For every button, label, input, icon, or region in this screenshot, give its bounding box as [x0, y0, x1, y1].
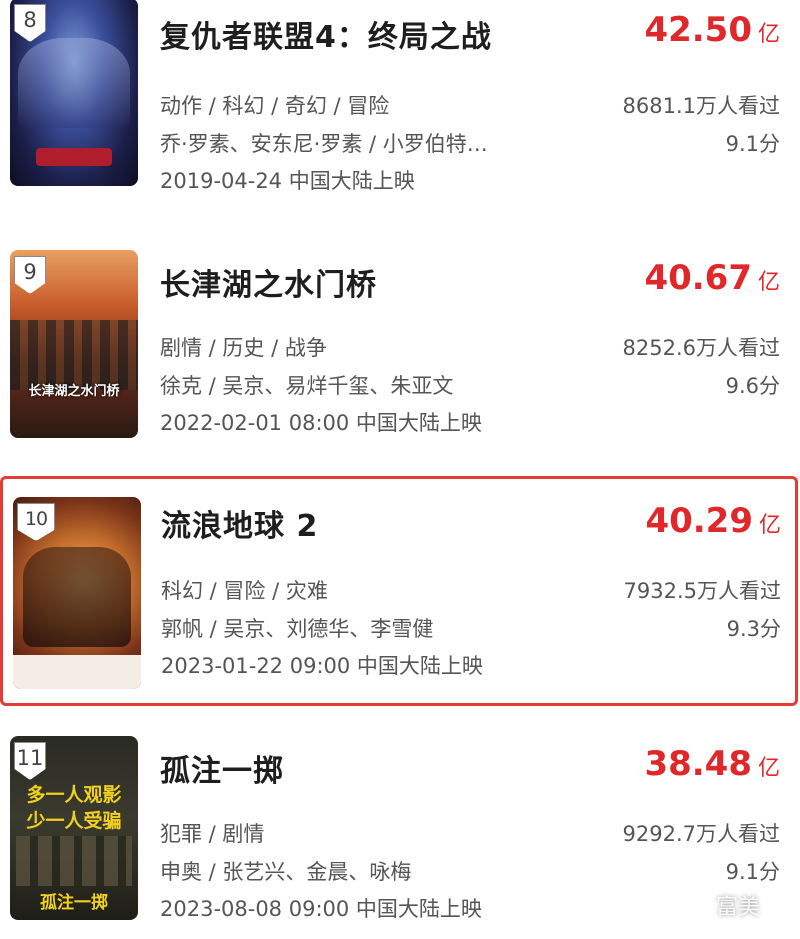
movie-card-8[interactable]: 8 复仇者联盟4：终局之战 42.50 亿 动作 / 科幻 / 奇幻 / 冒险 8… [8, 0, 792, 198]
box-office-value: 38.48 [644, 744, 752, 784]
release-date: 2019-04-24 中国大陆上映 [160, 169, 415, 193]
box-office-unit: 亿 [757, 270, 780, 295]
movie-rating: 9.1分 [725, 860, 780, 884]
release-date: 2023-01-22 09:00 中国大陆上映 [161, 654, 483, 678]
box-office: 42.50 亿 [644, 10, 780, 50]
movie-card-9[interactable]: 长津湖之水门桥 9 长津湖之水门桥 40.67 亿 剧情 / 历史 / 战争 82… [8, 250, 792, 450]
movie-title[interactable]: 长津湖之水门桥 [160, 260, 377, 304]
movie-genres: 剧情 / 历史 / 战争 [160, 336, 327, 360]
movie-genres: 科幻 / 冒险 / 灾难 [161, 579, 328, 603]
poster-title: 长津湖之水门桥 [28, 384, 120, 399]
poster-figures [16, 836, 132, 886]
movie-rating: 9.3分 [726, 617, 781, 641]
movie-cast: 徐克 / 吴京、易烊千玺、朱亚文 [160, 374, 454, 398]
box-office-unit: 亿 [758, 513, 781, 538]
box-office-value: 40.29 [645, 501, 753, 541]
view-count: 7932.5万人看过 [623, 579, 781, 603]
movie-poster[interactable]: 8 [10, 0, 138, 186]
movie-card-10[interactable]: 10 流浪地球 2 40.29 亿 科幻 / 冒险 / 灾难 7932.5万人看过… [0, 476, 798, 706]
release-date: 2023-08-08 09:00 中国大陆上映 [160, 897, 482, 921]
movie-title[interactable]: 孤注一掷 [160, 746, 284, 790]
movie-card-11[interactable]: 多一人观影 少一人受骗 孤注一掷 11 孤注一掷 38.48 亿 犯罪 / 剧情 … [8, 736, 792, 936]
box-office: 40.67 亿 [644, 258, 780, 298]
view-count: 9292.7万人看过 [622, 822, 780, 846]
box-office: 40.29 亿 [645, 501, 781, 541]
movie-title[interactable]: 流浪地球 2 [161, 501, 318, 545]
box-office-value: 40.67 [644, 258, 752, 298]
movie-cast: 郭帆 / 吴京、刘德华、李雪健 [161, 617, 434, 641]
movie-rating: 9.6分 [725, 374, 780, 398]
box-office-unit: 亿 [757, 756, 780, 781]
view-count: 8681.1万人看过 [622, 94, 780, 118]
movie-cast: 乔·罗素、安东尼·罗素 / 小罗伯特… [160, 132, 488, 156]
box-office-unit: 亿 [757, 22, 780, 47]
poster-slogan-2: 少一人受骗 [26, 810, 122, 832]
movie-cast: 申奥 / 张艺兴、金晨、咏梅 [160, 860, 412, 884]
box-office-value: 42.50 [644, 10, 752, 50]
movie-poster[interactable]: 长津湖之水门桥 9 [10, 250, 138, 438]
view-count: 8252.6万人看过 [622, 336, 780, 360]
poster-title: 孤注一掷 [40, 893, 108, 913]
poster-logo [36, 148, 112, 166]
poster-figures [18, 38, 130, 128]
movie-genres: 犯罪 / 剧情 [160, 822, 265, 846]
poster-slogan-1: 多一人观影 [26, 784, 122, 806]
release-date: 2022-02-01 08:00 中国大陆上映 [160, 411, 482, 435]
movie-rating: 9.1分 [725, 132, 780, 156]
movie-title[interactable]: 复仇者联盟4：终局之战 [160, 12, 492, 56]
movie-poster[interactable]: 10 [13, 497, 141, 689]
watermark: 富美 [715, 895, 760, 920]
box-office: 38.48 亿 [644, 744, 780, 784]
movie-poster[interactable]: 多一人观影 少一人受骗 孤注一掷 11 [10, 736, 138, 920]
poster-bottom [13, 655, 141, 689]
poster-figures [23, 547, 131, 647]
movie-genres: 动作 / 科幻 / 奇幻 / 冒险 [160, 94, 390, 118]
